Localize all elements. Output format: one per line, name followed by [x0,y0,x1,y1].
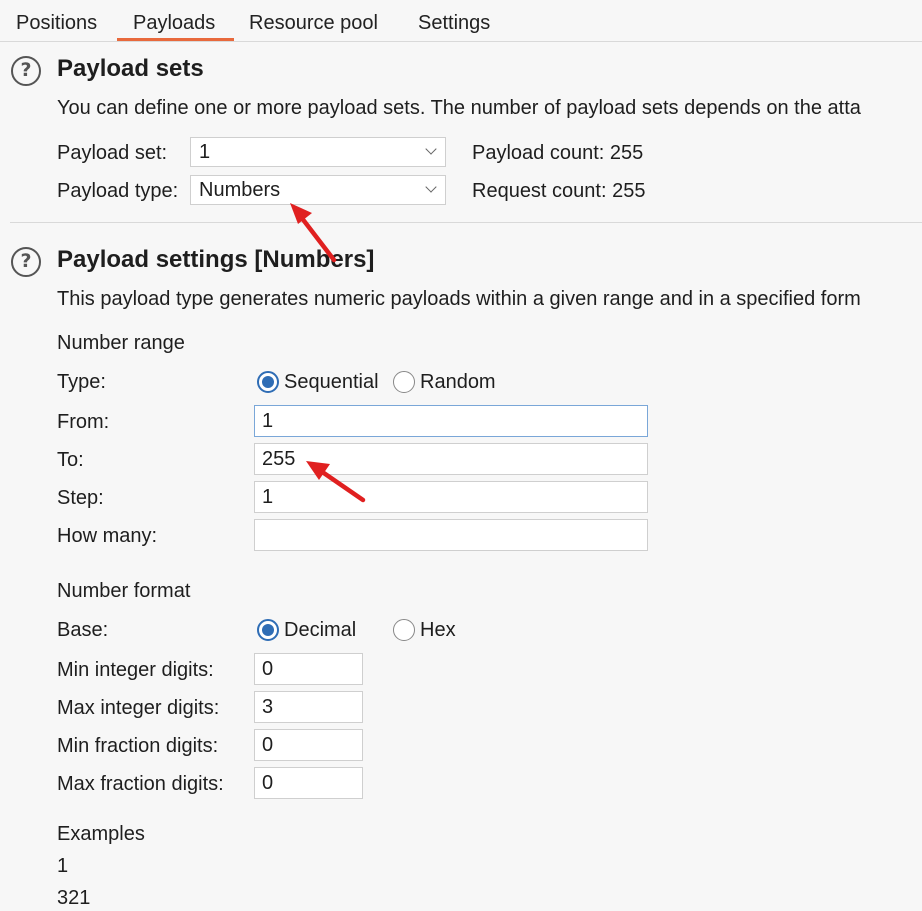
annotation-arrow [290,203,337,263]
annotation-arrow [306,461,366,503]
annotation-arrows [290,203,366,503]
